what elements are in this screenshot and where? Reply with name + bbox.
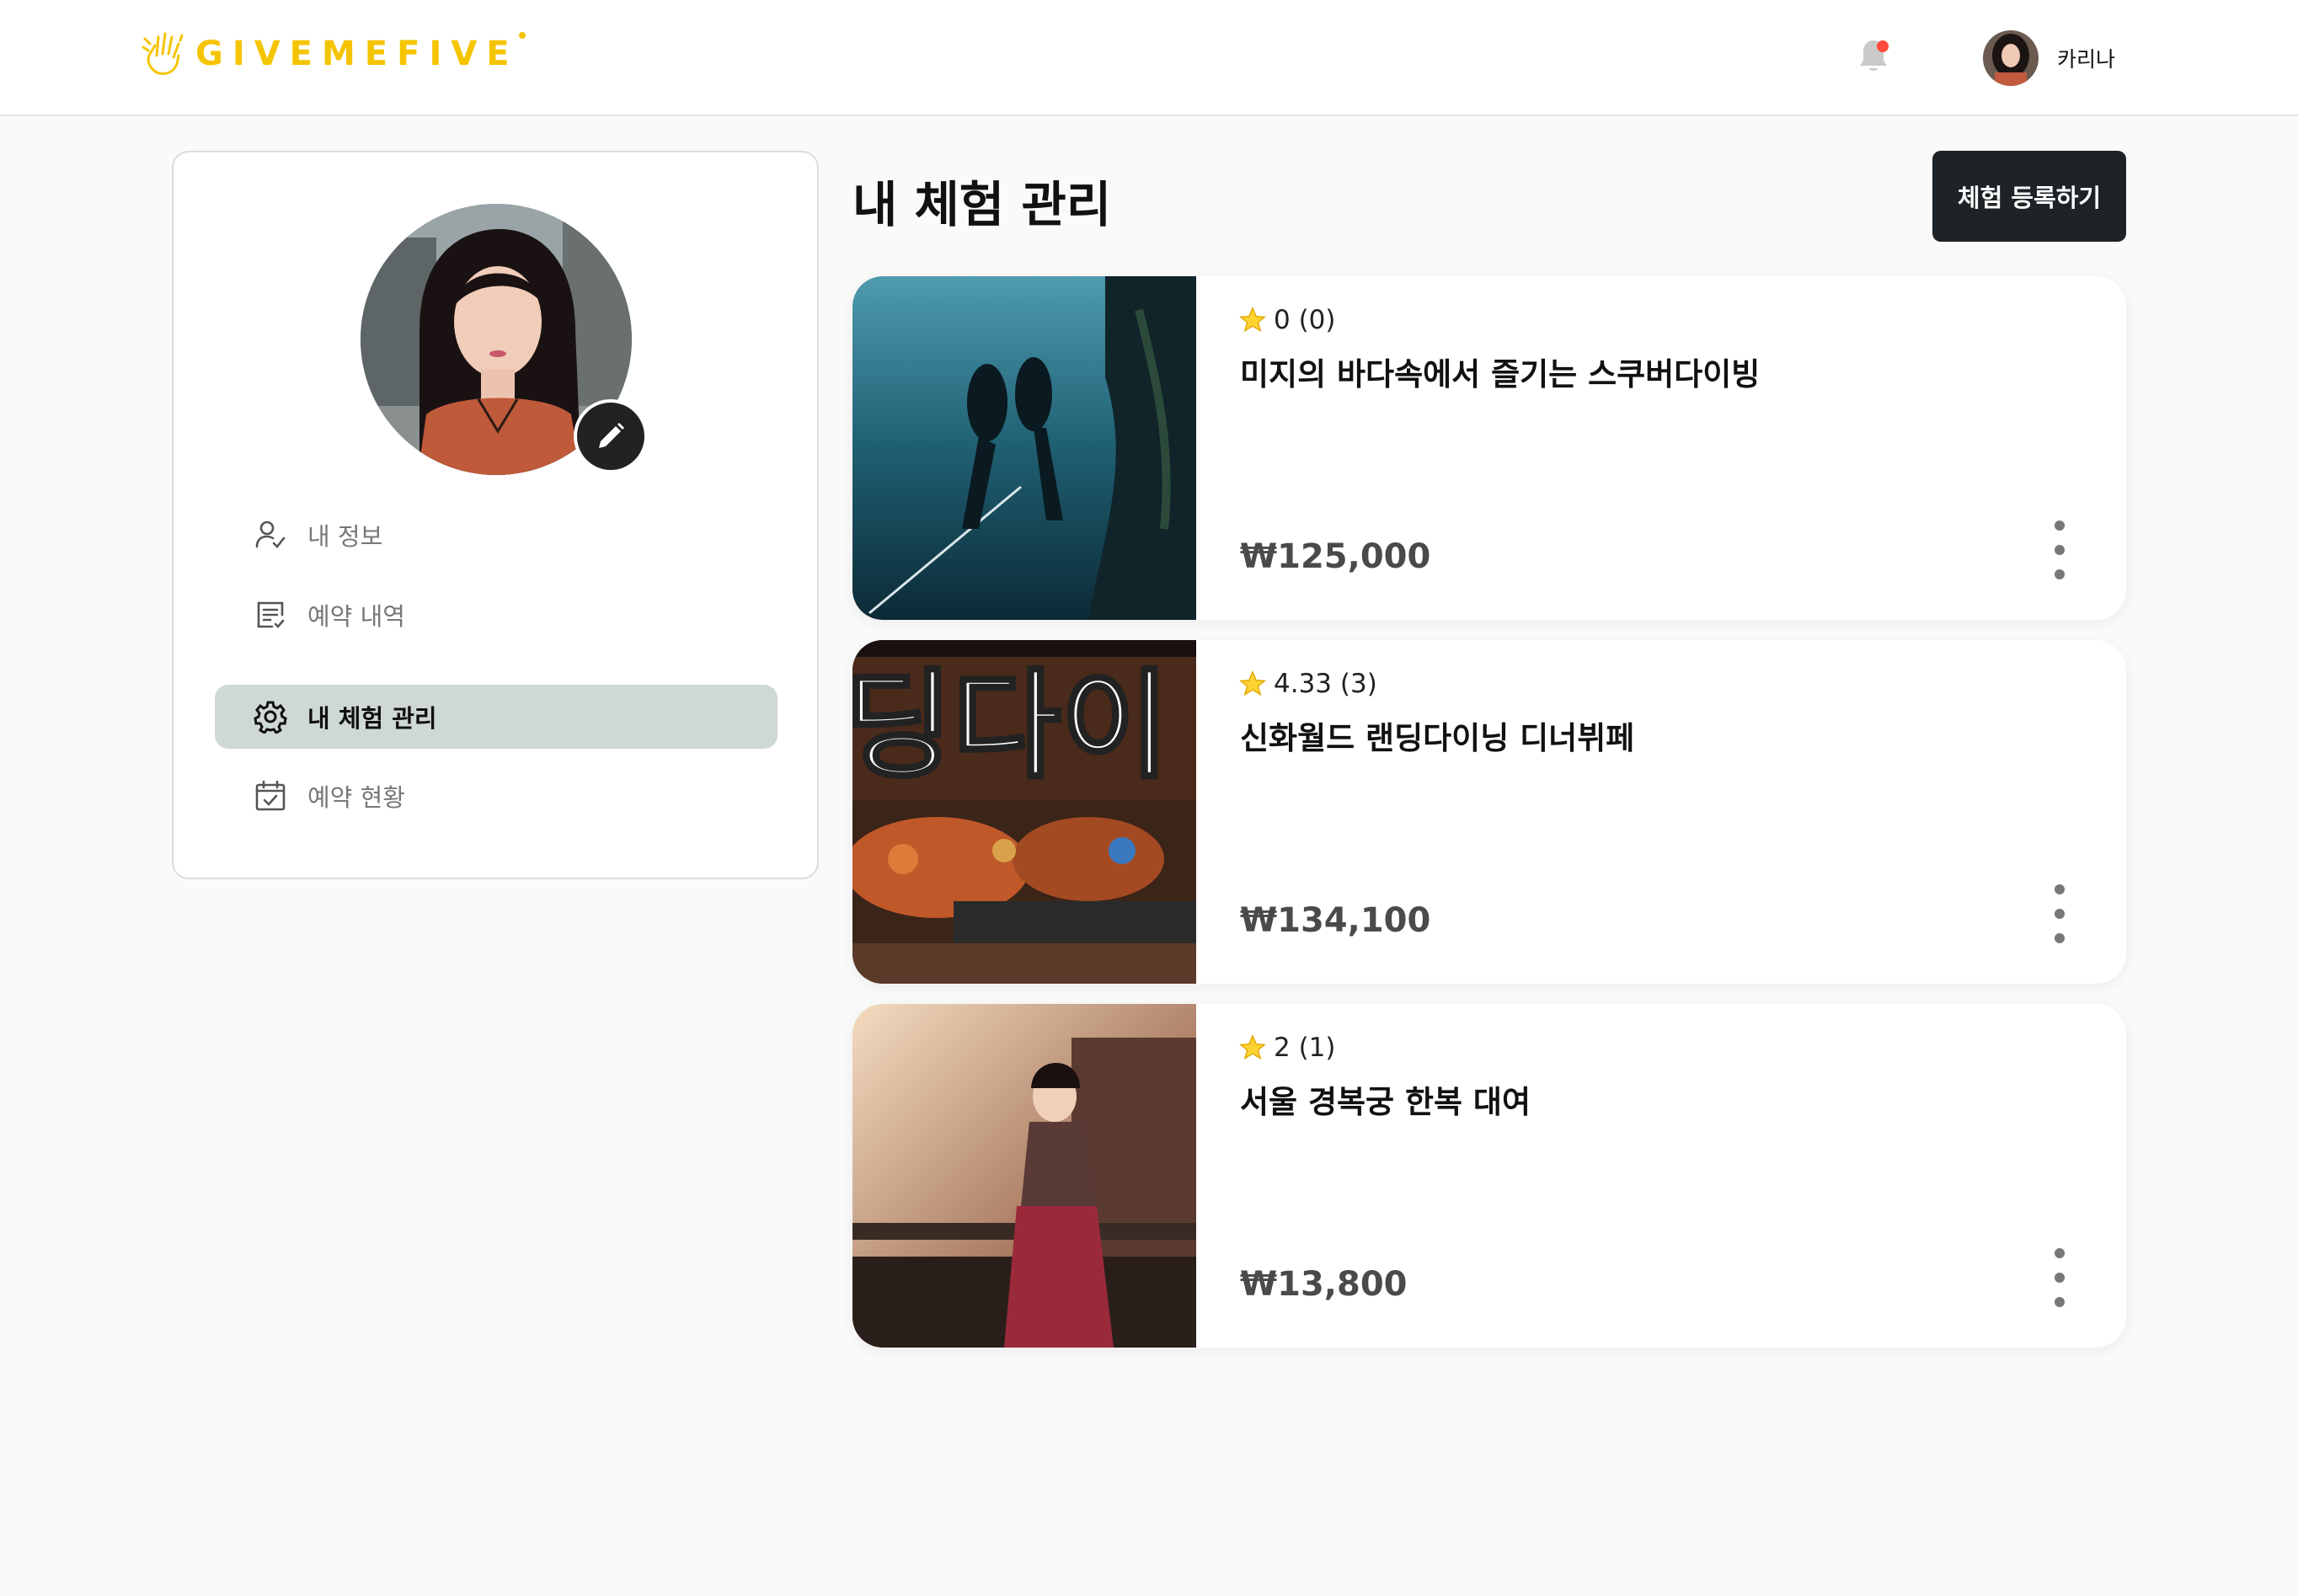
sidebar-item-reservation-history[interactable]: 예약 내역: [215, 583, 778, 647]
experience-image: [852, 1004, 1196, 1348]
page-title: 내 체험 관리: [852, 176, 1112, 233]
svg-text:딩다이: 딩다이: [852, 658, 1169, 795]
user-name: 카리나: [2057, 47, 2116, 72]
sidebar-item-label: 예약 현황: [307, 783, 405, 812]
user-menu[interactable]: 카리나: [1983, 30, 2115, 86]
logo-text: GIVEMEFIVE: [195, 35, 519, 73]
experience-card[interactable]: 딩다이 4.33 (3) 신화월드 랜딩다이닝 디너뷔페 ₩134,100: [852, 640, 2126, 984]
experience-card[interactable]: 0 (0) 미지의 바다속에서 즐기는 스쿠버다이빙 ₩125,000: [852, 276, 2126, 620]
more-options-icon[interactable]: [2047, 884, 2072, 943]
sidebar: 내 정보 예약 내역 내 체험 관리 예약 현황: [172, 151, 819, 879]
sidebar-item-label: 예약 내역: [307, 602, 405, 631]
experience-card[interactable]: 2 (1) 서울 경복궁 한복 대여 ₩13,800: [852, 1004, 2126, 1348]
more-options-icon[interactable]: [2047, 1248, 2072, 1307]
experience-title: 신화월드 랜딩다이닝 디너뷔페: [1240, 720, 1635, 756]
rating: 0 (0): [1238, 305, 1336, 335]
rating-text: 2 (1): [1274, 1033, 1336, 1063]
more-options-icon[interactable]: [2047, 520, 2072, 579]
sidebar-item-my-info[interactable]: 내 정보: [215, 503, 778, 567]
star-icon: [1239, 670, 1266, 697]
top-header: GIVEMEFIVE 카리나: [0, 0, 2298, 116]
gear-icon: [254, 701, 287, 734]
experience-title: 미지의 바다속에서 즐기는 스쿠버다이빙: [1240, 356, 1761, 392]
rating: 4.33 (3): [1238, 669, 1377, 699]
experience-image: 딩다이: [852, 640, 1196, 984]
avatar: [1983, 30, 2039, 86]
calendar-check-icon: [255, 780, 286, 811]
sidebar-item-reservation-status[interactable]: 예약 현황: [215, 764, 778, 828]
rating-text: 4.33 (3): [1274, 669, 1377, 699]
list-icon: [257, 601, 285, 628]
user-check-icon: [255, 520, 286, 548]
star-icon: [1239, 307, 1266, 333]
experience-image: [852, 276, 1196, 620]
rating: 2 (1): [1238, 1033, 1336, 1063]
star-icon: [1239, 1034, 1266, 1060]
rating-text: 0 (0): [1274, 305, 1336, 335]
pencil-icon: [599, 423, 624, 448]
sidebar-item-my-experiences[interactable]: 내 체험 관리: [215, 685, 778, 749]
experience-price: ₩134,100: [1240, 901, 1431, 940]
sidebar-item-label: 내 체험 관리: [307, 704, 437, 733]
sidebar-item-label: 내 정보: [307, 522, 383, 551]
edit-profile-button[interactable]: [574, 399, 648, 473]
hand-icon: [142, 32, 184, 76]
experience-price: ₩125,000: [1240, 537, 1431, 576]
logo-dot: [518, 32, 526, 39]
notification-dot: [1877, 40, 1889, 52]
logo[interactable]: GIVEMEFIVE: [140, 30, 526, 77]
add-experience-button[interactable]: 체험 등록하기: [1932, 151, 2126, 242]
experience-price: ₩13,800: [1240, 1265, 1408, 1304]
experience-title: 서울 경복궁 한복 대여: [1240, 1084, 1531, 1120]
